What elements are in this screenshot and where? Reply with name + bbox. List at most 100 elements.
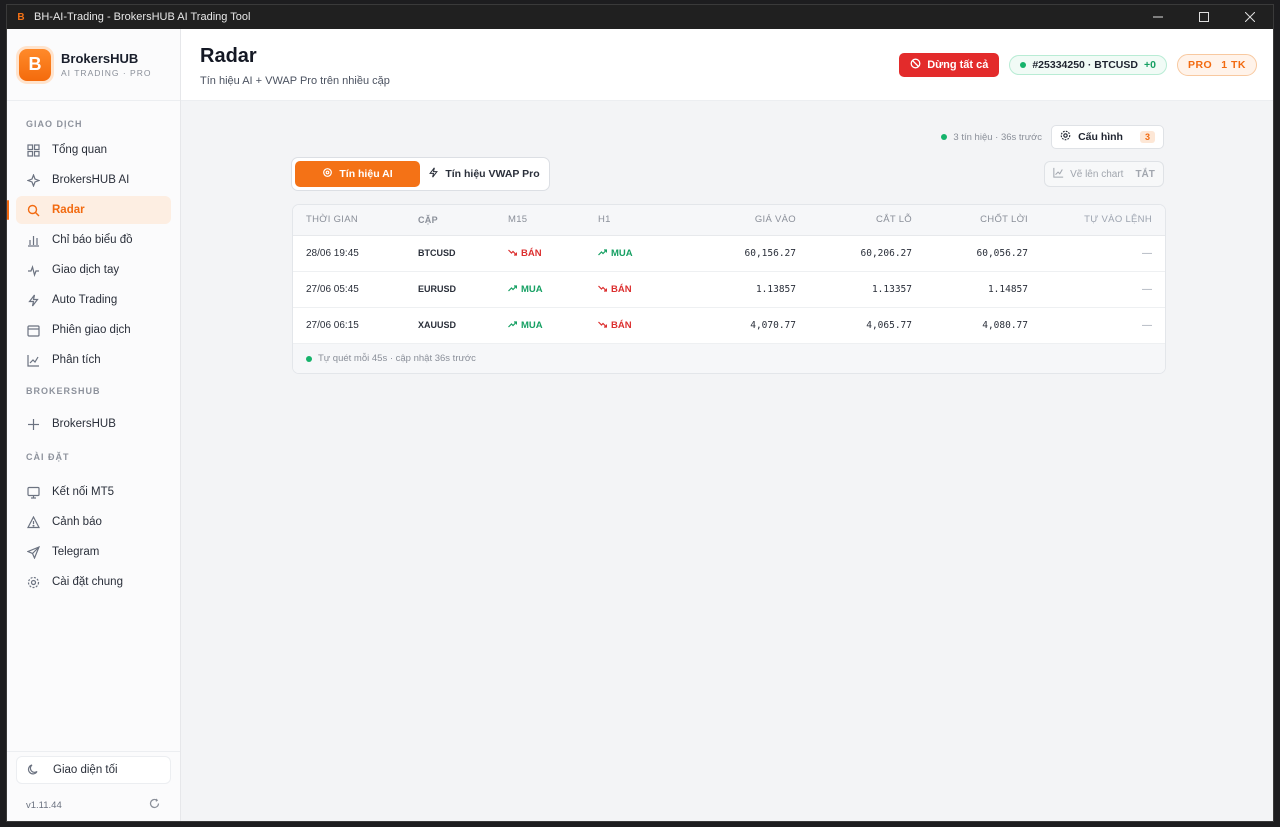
sidebar-item-label: Giao dịch tay [52,264,120,276]
cell-auto[interactable]: — [1028,271,1165,308]
sidebar-item-label: Chỉ báo biểu đồ [52,234,133,246]
close-icon [1245,12,1255,22]
signal-source-tabs: Tín hiệu AI Tín hiệu VWAP Pro [291,157,550,191]
search-icon [26,203,40,217]
section-title-settings: CÀI ĐẶT [26,452,70,462]
config-button[interactable]: Cấu hình 3 [1051,125,1164,149]
close-button[interactable] [1227,5,1273,29]
table-row[interactable]: 27/06 05:45 EURUSD MUA BÁN 1.13857 1.13357 1.1… [293,271,1165,308]
title-bar: B BH-AI-Trading - BrokersHUB AI Trading … [7,5,1273,29]
config-label: Cấu hình [1078,131,1123,143]
cell-sl: 4,065.77 [796,307,912,344]
cell-tp: 60,056.27 [912,235,1028,272]
signal-badge: MUA [598,248,633,259]
gear-icon [1060,130,1071,144]
connected-status-dot [1020,62,1027,68]
pulse-icon [26,263,40,277]
maximize-icon [1199,12,1209,22]
minimize-button[interactable] [1135,5,1181,29]
page-title: Radar [200,45,257,67]
refresh-icon[interactable] [149,798,160,812]
cell-auto[interactable]: — [1028,235,1165,272]
tab-vwap-signals[interactable]: Tín hiệu VWAP Pro [422,161,546,187]
sidebar-item-label: Cảnh báo [52,516,102,528]
signal-label: MUA [611,247,633,259]
cell-entry: 1.13857 [688,271,796,308]
table-row[interactable]: 27/06 06:15 XAUUSD MUA BÁN 4,070.77 4,065.77 4… [293,307,1165,344]
sidebar-item-analysis[interactable]: Phân tích [16,346,171,374]
section-title-brokershub: BROKERSHUB [26,386,101,396]
page-header: Radar Tín hiệu AI + VWAP Pro trên nhiều … [181,29,1273,101]
sidebar-item-label: Radar [52,204,85,216]
cell-pair: EURUSD [418,271,508,308]
signal-badge: MUA [508,284,543,295]
sidebar-item-label: Telegram [52,546,100,558]
maximize-button[interactable] [1181,5,1227,29]
cell-pair: BTCUSD [418,235,508,272]
calendar-icon [26,323,40,337]
stop-all-label: Dừng tất cả [927,59,989,71]
cell-tp: 4,080.77 [912,307,1028,344]
sidebar-item-ai[interactable]: BrokersHUB AI [16,166,171,194]
table-row[interactable]: 28/06 19:45 BTCUSD BÁN MUA 60,156.27 60,206.2… [293,235,1165,272]
config-count-badge: 3 [1139,131,1155,143]
signal-label: MUA [521,283,543,295]
sidebar-item-radar[interactable]: Radar [7,196,171,224]
cell-m15: MUA [508,307,598,344]
window-title: BH-AI-Trading - BrokersHUB AI Trading To… [34,11,251,23]
col-pair: CẶP [418,205,508,236]
main-content: Radar Tín hiệu AI + VWAP Pro trên nhiều … [181,29,1273,821]
gear-icon [26,575,40,589]
stop-all-button[interactable]: Dừng tất cả [899,53,1000,77]
sidebar-item-telegram[interactable]: Telegram [16,538,171,566]
sidebar-item-manual-trade[interactable]: Giao dịch tay [16,256,171,284]
col-time: THỜI GIAN [293,205,418,236]
trend-down-icon [598,284,608,295]
sparkle-icon [26,173,40,187]
signals-table-card: THỜI GIAN CẶP M15 H1 GIÁ VÀO CẮT LỖ CHỐT… [292,204,1166,374]
tab-ai-signals[interactable]: Tín hiệu AI [295,161,420,187]
signal-label: BÁN [611,319,632,331]
col-tp: CHỐT LỜI [912,205,1028,236]
plan-accounts: 1 TK [1221,59,1246,71]
col-auto: TỰ VÀO LỆNH [1028,205,1165,236]
sidebar-item-overview[interactable]: Tổng quan [16,136,171,164]
theme-label: Giao diện tối [53,764,118,776]
sidebar-item-general-settings[interactable]: Cài đặt chung [16,568,171,596]
brand-logo-icon: B [19,48,51,81]
cell-h1: BÁN [598,271,688,308]
signal-label: BÁN [521,247,542,259]
sidebar-item-label: Cài đặt chung [52,576,123,588]
plan-badge[interactable]: PRO 1 TK [1176,54,1257,76]
sidebar-item-mt5[interactable]: Kết nối MT5 [16,478,171,506]
sidebar-item-label: Phân tích [52,354,101,366]
sidebar-item-sessions[interactable]: Phiên giao dịch [16,316,171,344]
cell-time: 27/06 05:45 [293,271,418,308]
col-m15: M15 [508,205,598,236]
cell-entry: 4,070.77 [688,307,796,344]
app-window: B BH-AI-Trading - BrokersHUB AI Trading … [6,4,1274,822]
table-footer-text: Tự quét mỗi 45s · cập nhật 36s trước [318,353,476,364]
sidebar-item-brokershub[interactable]: BrokersHUB [16,410,171,438]
cell-auto[interactable]: — [1028,307,1165,344]
signals-table: THỜI GIAN CẶP M15 H1 GIÁ VÀO CẮT LỖ CHỐT… [293,205,1165,344]
cell-sl: 60,206.27 [796,235,912,272]
table-header-row: THỜI GIAN CẶP M15 H1 GIÁ VÀO CẮT LỖ CHỐT… [293,205,1165,236]
draw-on-chart-toggle[interactable]: Vẽ lên chart TẮT [1044,161,1164,187]
sidebar-item-alerts[interactable]: Cảnh báo [16,508,171,536]
section-title-trading: GIAO DỊCH [26,119,83,129]
account-badge[interactable]: #25334250 · BTCUSD +0 [1009,55,1167,75]
cell-entry: 60,156.27 [688,235,796,272]
app-logo-icon: B [17,11,25,23]
dark-theme-toggle[interactable]: Giao diện tối [16,756,171,784]
line-chart-icon [26,353,40,367]
sidebar-item-label: Tổng quan [52,144,107,156]
monitor-icon [26,485,40,499]
tab-label: Tín hiệu VWAP Pro [445,168,540,180]
sidebar-item-indicators[interactable]: Chỉ báo biểu đồ [16,226,171,254]
cell-pair: XAUUSD [418,307,508,344]
sidebar-item-auto-trading[interactable]: Auto Trading [16,286,171,314]
col-entry: GIÁ VÀO [688,205,796,236]
plan-label: PRO [1187,59,1213,71]
brand: B BrokersHUB AI TRADING · PRO [7,29,180,101]
